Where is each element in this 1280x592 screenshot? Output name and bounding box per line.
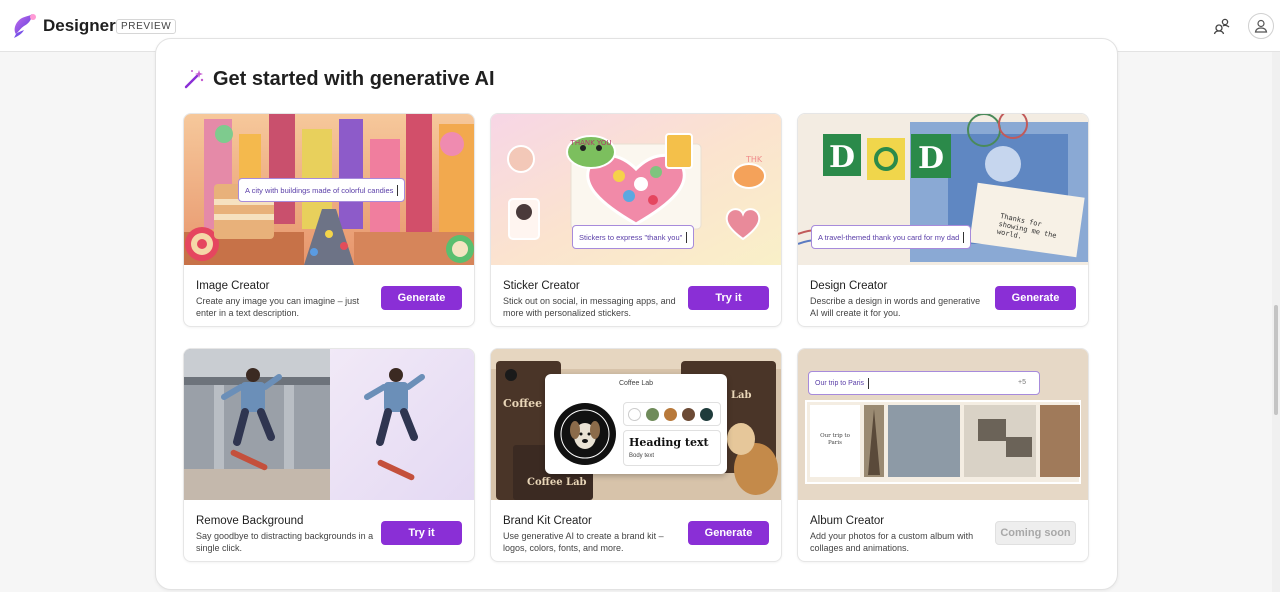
profile-button[interactable] [1248,13,1274,39]
preview-badge: PREVIEW [116,19,177,34]
prompt-text: Our trip to Paris [815,379,865,387]
album-prompt-input: Our trip to Paris [808,371,1040,395]
generate-button[interactable]: Generate [688,521,769,545]
card-image-creator[interactable]: A city with buildings made of colorful c… [183,113,475,327]
section-header: Get started with generative AI [183,66,495,92]
svg-text:D: D [918,141,944,176]
brand-kit-title: Coffee Lab [618,380,654,387]
card-title: Album Creator [810,515,885,527]
card-title: Design Creator [810,280,888,292]
prompt-text: Stickers to express "thank you" [579,232,683,242]
card-title: Image Creator [196,280,270,292]
color-swatch [682,408,695,421]
remove-background-thumbnail [184,349,474,500]
color-swatch [700,408,713,421]
card-description: Stick out on social, in messaging apps, … [503,296,676,318]
card-title: Sticker Creator [503,280,580,292]
image-creator-thumbnail: A city with buildings made of colorful c… [184,114,474,265]
prompt-text: A travel-themed thank you card for my da… [818,232,960,242]
generate-button[interactable]: Generate [381,286,462,310]
svg-text:D: D [829,140,855,175]
more-photos-count: +5 [1018,379,1026,386]
designer-logo-icon[interactable] [10,12,38,40]
album-creator-thumbnail: Our trip to Paris +5 Our trip to Paris [798,349,1088,500]
album-page-caption: Our trip to Paris [820,433,850,446]
section-title: Get started with generative AI [213,67,495,90]
try-it-button[interactable]: Try it [688,286,769,310]
card-brand-kit-creator[interactable]: Coffee Lab Coffee Lab Lab Coffee Lab Hea… [490,348,782,562]
card-remove-background[interactable]: Remove Background Say goodbye to distrac… [183,348,475,562]
font-heading-sample: Heading text [629,436,709,449]
coming-soon-button: Coming soon [995,521,1076,545]
brand-kit-panel: Coffee Lab Heading text Body text [545,374,727,474]
color-swatch [664,408,677,421]
card-description: Say goodbye to distracting backgrounds i… [196,531,374,553]
image-prompt-input: A city with buildings made of colorful c… [238,178,406,202]
color-swatch [646,408,659,421]
sticker-prompt-input: Stickers to express "thank you" [572,225,695,249]
app-title: Designer [43,16,116,35]
try-it-button[interactable]: Try it [381,521,462,545]
bg-brand-text-3: Lab [731,390,752,401]
coffee-logo-icon [554,403,616,465]
people-share-icon [1213,18,1230,35]
card-sticker-creator[interactable]: THANK YOU THK Stickers to express "thank… [490,113,782,327]
person-icon [1254,19,1268,33]
generate-button[interactable]: Generate [995,286,1076,310]
card-description: Describe a design in words and generativ… [810,296,981,318]
design-prompt-input: A travel-themed thank you card for my da… [811,225,972,249]
svg-text:THK: THK [745,155,763,164]
share-button[interactable] [1209,13,1235,39]
brand-kit-thumbnail: Coffee Lab Coffee Lab Lab Coffee Lab Hea… [491,349,781,500]
svg-text:THANK YOU: THANK YOU [570,139,612,147]
card-title: Brand Kit Creator [503,515,592,527]
sticker-creator-thumbnail: THANK YOU THK Stickers to express "thank… [491,114,781,265]
card-album-creator[interactable]: Our trip to Paris +5 Our trip to Paris A… [797,348,1089,562]
card-description: Add your photos for a custom album with … [810,531,974,553]
color-swatch [628,408,641,421]
prompt-text: A city with buildings made of colorful c… [245,185,394,195]
card-description: Create any image you can imagine – just … [196,296,360,318]
card-description: Use generative AI to create a brand kit … [503,531,664,553]
font-body-sample: Body text [629,453,655,459]
scrollbar-thumb[interactable] [1274,305,1278,415]
magic-wand-icon [184,70,204,89]
card-title: Remove Background [196,515,304,527]
card-design-creator[interactable]: D D Thanks for showing me the world. A t… [797,113,1089,327]
bg-brand-text-2: Coffee Lab [527,477,587,488]
color-swatch-row [623,402,721,426]
design-creator-thumbnail: D D Thanks for showing me the world. A t… [798,114,1088,265]
